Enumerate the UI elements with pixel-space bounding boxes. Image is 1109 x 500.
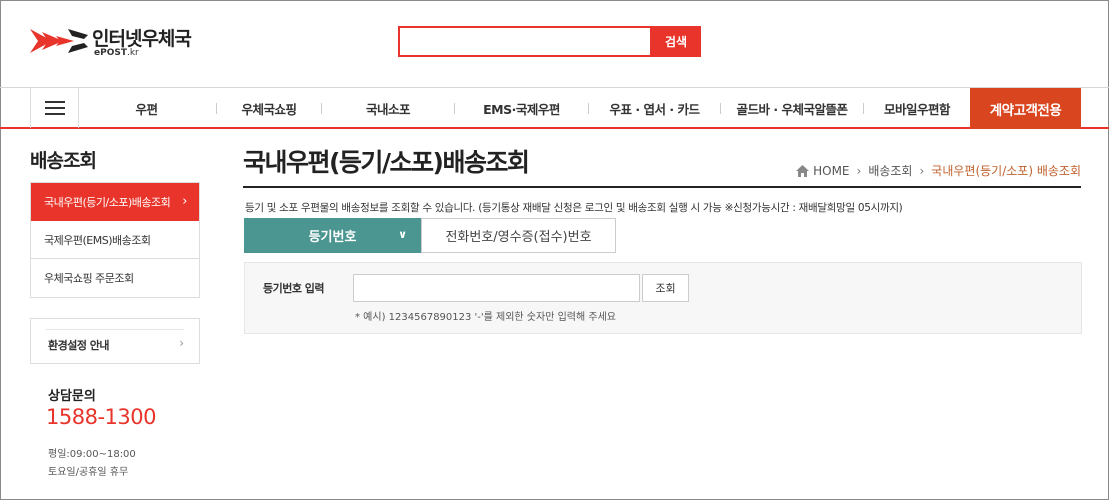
tracking-number-field	[353, 274, 640, 302]
tracking-number-label: 등기번호 입력	[263, 282, 325, 295]
sidebar-item-label: 우체국쇼핑 주문조회	[44, 272, 134, 285]
gnb-item-shopping[interactable]: 우체국쇼핑	[217, 88, 321, 128]
epost-logo[interactable]: 인터넷우체국 ePOST.kr	[30, 22, 200, 62]
breadcrumb: HOME › 배송조회 › 국내우편(등기/소포) 배송조회	[796, 162, 1081, 179]
title-divider	[243, 186, 1081, 188]
breadcrumb-tracking[interactable]: 배송조회	[868, 162, 912, 179]
breadcrumb-home[interactable]: HOME	[813, 164, 849, 178]
chevron-down-icon: ∨	[398, 228, 407, 241]
sidebar-nav: 국내우편(등기/소포)배송조회 › 국제우편(EMS)배송조회 우체국쇼핑 주문…	[30, 182, 200, 298]
sidebar-item-label: 국제우편(EMS)배송조회	[44, 233, 151, 247]
contact-phone: 1588-1300	[46, 405, 156, 429]
tab-registered-number[interactable]: 등기번호 ∨	[244, 218, 421, 253]
gnb-item-parcel[interactable]: 국내소포	[322, 88, 454, 128]
sidebar-title: 배송조회	[30, 150, 97, 172]
lookup-button[interactable]: 조회	[642, 274, 689, 302]
gnb-contract-customer[interactable]: 계약고객전용	[970, 88, 1081, 129]
sidebar-item-label: 국내우편(등기/소포)배송조회	[44, 196, 171, 209]
sidebar-item-shopping-order[interactable]: 우체국쇼핑 주문조회	[31, 259, 199, 297]
contact-hours-weekday: 평일:09:00~18:00	[48, 449, 136, 460]
tracking-number-input[interactable]	[354, 275, 639, 301]
search-box	[398, 26, 652, 57]
page-description: 등기 및 소포 우편물의 배송정보를 조회할 수 있습니다. (등기통상 재배달…	[245, 202, 903, 214]
chevron-right-icon: ›	[179, 336, 184, 350]
gnb-item-ems[interactable]: EMS·국제우편	[455, 88, 588, 128]
input-help-text: * 예시) 1234567890123 '-'를 제외한 숫자만 입력해 주세요	[355, 312, 616, 323]
home-icon	[796, 164, 810, 177]
contact-title: 상담문의	[48, 389, 96, 404]
chevron-right-icon: ›	[856, 163, 862, 178]
divider	[46, 329, 184, 330]
breadcrumb-current: 국내우편(등기/소포) 배송조회	[931, 164, 1081, 178]
chevron-right-icon: ›	[919, 163, 925, 178]
search-input[interactable]	[400, 28, 650, 55]
epost-logo-icon	[30, 29, 88, 53]
chevron-right-icon: ›	[182, 194, 187, 209]
search-button[interactable]: 검색	[651, 26, 701, 57]
sidebar-item-domestic-tracking[interactable]: 국내우편(등기/소포)배송조회 ›	[31, 183, 199, 221]
menu-icon[interactable]	[30, 88, 79, 128]
global-nav: 우편 우체국쇼핑 국내소포 EMS·국제우편 우표 · 엽서 · 카드 골드바 …	[0, 87, 1109, 129]
page-title: 국내우편(등기/소포)배송조회	[243, 148, 530, 177]
contact-hours-weekend: 토요일/공휴일 휴무	[48, 467, 129, 478]
logo-text: 인터넷우체국	[92, 28, 192, 50]
search-form-panel: 등기번호 입력 조회 * 예시) 1234567890123 '-'를 제외한 …	[244, 262, 1082, 334]
gnb-item-goldbar[interactable]: 골드바 · 우체국알뜰폰	[721, 88, 863, 128]
gnb-item-post[interactable]: 우편	[80, 88, 213, 128]
gnb-item-mobile[interactable]: 모바일우편함	[864, 88, 970, 128]
env-settings-label: 환경설정 안내	[48, 339, 110, 352]
logo-domain: ePOST.kr	[94, 48, 139, 58]
tab-phone-receipt[interactable]: 전화번호/영수증(접수)번호	[421, 218, 616, 253]
sidebar-item-ems-tracking[interactable]: 국제우편(EMS)배송조회	[31, 221, 199, 259]
tab-label: 등기번호	[308, 230, 357, 245]
contact-hours: 평일:09:00~18:00 토요일/공휴일 휴무	[48, 446, 136, 482]
env-settings-link[interactable]: 환경설정 안내 ›	[30, 318, 200, 364]
gnb-item-stamps[interactable]: 우표 · 엽서 · 카드	[589, 88, 720, 128]
